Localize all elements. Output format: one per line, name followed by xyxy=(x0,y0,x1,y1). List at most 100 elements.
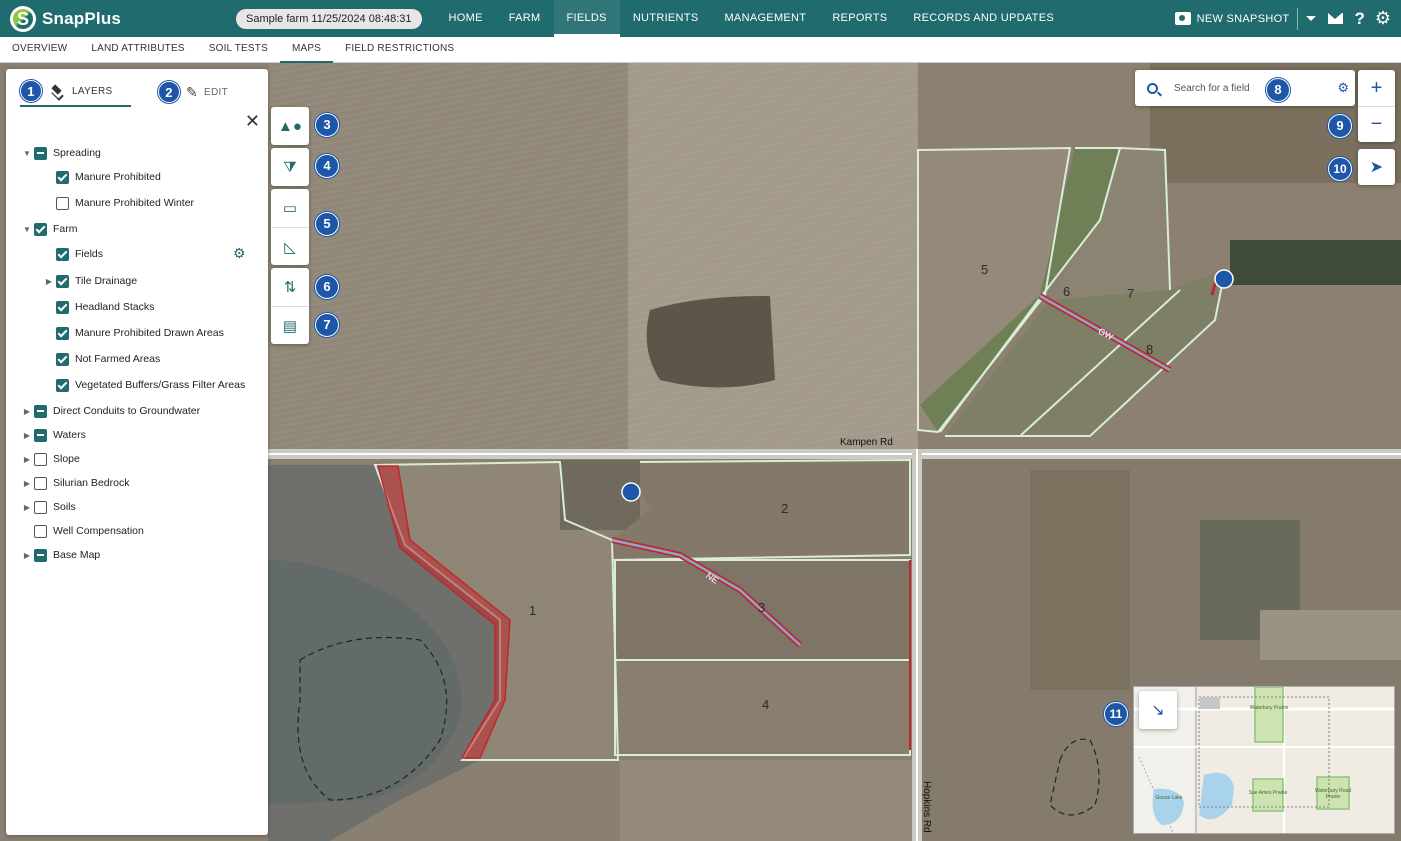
nav-reports[interactable]: REPORTS xyxy=(819,0,900,37)
nav-fields[interactable]: FIELDS xyxy=(553,0,621,37)
filter-icon[interactable]: ⧩ xyxy=(271,148,309,186)
help-icon[interactable]: ? xyxy=(1354,9,1364,29)
app-logo[interactable]: S SnapPlus xyxy=(10,5,230,32)
layer-row[interactable]: ▶ Base Map xyxy=(20,545,100,565)
close-icon[interactable]: ✕ xyxy=(245,112,260,130)
tab-soil-tests[interactable]: SOIL TESTS xyxy=(197,37,280,62)
search-settings-gear-icon[interactable]: ⚙ xyxy=(1337,80,1349,96)
layer-checkbox[interactable] xyxy=(56,274,69,288)
expand-icon[interactable]: ▼ xyxy=(20,225,34,234)
layer-checkbox[interactable] xyxy=(34,452,47,466)
layer-checkbox[interactable] xyxy=(34,404,47,418)
layer-row[interactable]: Vegetated Buffers/Grass Filter Areas xyxy=(56,375,245,395)
layer-checkbox[interactable] xyxy=(34,476,47,490)
layer-checkbox[interactable] xyxy=(56,196,69,210)
tab-layers[interactable]: 1 LAYERS xyxy=(20,77,131,107)
field-label: 7 xyxy=(1127,286,1135,301)
minimap-label: Waterbury Road Prairie xyxy=(1314,788,1352,800)
mail-icon[interactable] xyxy=(1328,13,1344,24)
area-measure-icon[interactable]: ◺ xyxy=(271,227,309,265)
expand-icon[interactable]: ▶ xyxy=(20,407,34,416)
layer-checkbox[interactable] xyxy=(56,247,69,261)
layer-row[interactable]: Manure Prohibited Drawn Areas xyxy=(56,323,224,343)
layer-checkbox[interactable] xyxy=(34,146,47,160)
expand-icon[interactable]: ▶ xyxy=(20,479,34,488)
expand-icon[interactable]: ▶ xyxy=(20,551,34,560)
layer-label: Farm xyxy=(53,223,78,235)
locate-arrow-icon[interactable]: ➤ xyxy=(1358,149,1395,185)
callout-badge: 11 xyxy=(1104,702,1128,726)
layer-checkbox[interactable] xyxy=(56,300,69,314)
nav-management[interactable]: MANAGEMENT xyxy=(711,0,819,37)
layer-label: Silurian Bedrock xyxy=(53,477,130,489)
search-icon[interactable] xyxy=(1147,82,1158,94)
tab-field-restrictions[interactable]: FIELD RESTRICTIONS xyxy=(333,37,466,62)
shapes-icon[interactable]: ▲● xyxy=(271,107,309,145)
nav-nutrients[interactable]: NUTRIENTS xyxy=(620,0,712,37)
layer-row[interactable]: ▼ Farm xyxy=(20,219,78,239)
shapes-tool-group: ▲● xyxy=(271,107,309,145)
field-label: 1 xyxy=(529,603,537,618)
layer-checkbox[interactable] xyxy=(34,222,47,236)
app-name: SnapPlus xyxy=(42,8,122,28)
expand-icon[interactable]: ▶ xyxy=(20,431,34,440)
callout-badge: 4 xyxy=(315,154,339,178)
layer-row[interactable]: Well Compensation xyxy=(34,521,144,541)
expand-icon[interactable]: ▶ xyxy=(20,455,34,464)
layer-row[interactable]: ▶ Tile Drainage xyxy=(42,271,137,291)
zoom-in-button[interactable]: + xyxy=(1358,70,1395,106)
layer-row[interactable]: Manure Prohibited Winter xyxy=(56,193,194,213)
zoom-out-button[interactable]: − xyxy=(1358,106,1395,142)
callout-badge: 5 xyxy=(315,212,339,236)
layer-row[interactable]: ▼ Spreading xyxy=(20,143,101,163)
expand-icon[interactable]: ▶ xyxy=(42,277,56,286)
layer-row[interactable]: Headland Stacks xyxy=(56,297,154,317)
layer-checkbox[interactable] xyxy=(34,428,47,442)
layer-label: Spreading xyxy=(53,147,101,159)
tab-edit-label: EDIT xyxy=(204,86,229,98)
layer-label: Tile Drainage xyxy=(75,275,138,287)
layer-row[interactable]: Manure Prohibited xyxy=(56,167,161,187)
layer-label: Waters xyxy=(53,429,86,441)
ruler-icon[interactable]: ▭ xyxy=(271,189,309,227)
layer-row[interactable]: Not Farmed Areas xyxy=(56,349,160,369)
layer-row[interactable]: ▶ Waters xyxy=(20,425,86,445)
minimap-label: Sue Ames Prairie xyxy=(1248,790,1288,796)
nav-home[interactable]: HOME xyxy=(436,0,496,37)
camera-icon[interactable] xyxy=(1174,12,1191,25)
nav-records[interactable]: RECORDS AND UPDATES xyxy=(900,0,1067,37)
layer-checkbox[interactable] xyxy=(34,500,47,514)
tab-maps[interactable]: MAPS xyxy=(279,37,334,63)
snapplus-logo-icon: S xyxy=(10,5,36,32)
layer-row[interactable]: ▶ Direct Conduits to Groundwater xyxy=(20,401,200,421)
snapshot-badge[interactable]: Sample farm 11/25/2024 08:48:31 xyxy=(236,8,422,29)
layer-label: Vegetated Buffers/Grass Filter Areas xyxy=(75,379,246,391)
callout-badge: 3 xyxy=(315,113,339,137)
fields-settings-gear-icon[interactable]: ⚙ xyxy=(233,245,246,262)
layer-checkbox[interactable] xyxy=(56,378,69,392)
tab-land-attributes[interactable]: LAND ATTRIBUTES xyxy=(79,37,196,62)
chevron-down-icon[interactable] xyxy=(1306,16,1317,21)
layer-checkbox[interactable] xyxy=(34,548,47,562)
search-input[interactable] xyxy=(1174,82,1274,94)
nav-farm[interactable]: FARM xyxy=(496,0,554,37)
pdf-export-icon[interactable]: ▤ xyxy=(271,306,309,344)
layer-checkbox[interactable] xyxy=(56,326,69,340)
sort-arrows-icon[interactable]: ⇅ xyxy=(271,268,309,306)
layer-checkbox[interactable] xyxy=(56,352,69,366)
callout-badge: 2 xyxy=(158,81,180,103)
expand-icon[interactable]: ▼ xyxy=(20,149,34,158)
layer-row[interactable]: ▶ Slope xyxy=(20,449,80,469)
tab-overview[interactable]: OVERVIEW xyxy=(0,37,79,62)
new-snapshot-button[interactable]: NEW SNAPSHOT xyxy=(1197,13,1290,25)
layer-row[interactable]: ▶ Silurian Bedrock xyxy=(20,473,129,493)
expand-icon[interactable]: ▶ xyxy=(20,503,34,512)
layer-row[interactable]: ▶ Soils xyxy=(20,497,76,517)
tab-edit[interactable]: 2 ✎ EDIT xyxy=(158,77,228,107)
layer-checkbox[interactable] xyxy=(34,524,47,538)
expand-minimap-arrow-icon[interactable]: ↘ xyxy=(1139,691,1177,729)
layer-checkbox[interactable] xyxy=(56,170,69,184)
gear-icon[interactable]: ⚙ xyxy=(1375,8,1391,29)
zoom-controls: + − xyxy=(1358,70,1395,142)
layer-row[interactable]: Fields xyxy=(56,244,103,264)
